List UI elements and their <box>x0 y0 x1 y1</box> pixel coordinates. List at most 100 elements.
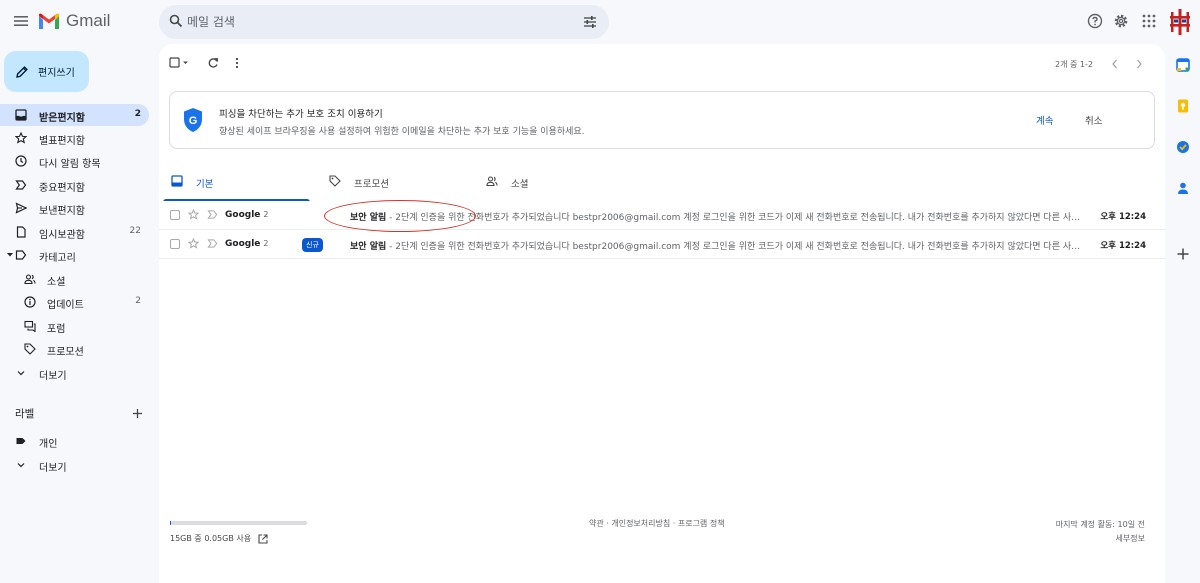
email-content: 보안 알림 - 2단계 인증을 위한 전화번호가 추가되었습니다 bestpr2… <box>350 210 1085 223</box>
pencil-icon <box>15 65 29 79</box>
add-app-plus-icon[interactable] <box>1175 246 1191 262</box>
categories-expand-icon <box>6 249 30 261</box>
tasks-app-icon[interactable] <box>1175 139 1191 155</box>
storage-usage-fill <box>170 521 172 525</box>
sidebar-item-drafts[interactable]: 임시보관함 22 <box>0 221 149 243</box>
chevron-down-icon <box>15 459 27 471</box>
label-tag-icon <box>15 435 27 447</box>
search-icon[interactable] <box>169 14 183 28</box>
mail-main-panel: 2개 중 1-2 G 피싱을 차단하는 추가 보호 조치 이용하기 향상된 세이… <box>159 44 1165 583</box>
refresh-icon[interactable] <box>207 57 219 69</box>
sidebar-item-inbox[interactable]: 받은편지함 2 <box>0 104 149 126</box>
chevron-right-icon[interactable] <box>1134 58 1144 70</box>
sidebar-item-label: 카테고리 <box>39 253 76 264</box>
top-bar: Gmail <box>0 0 1200 44</box>
sidebar-item-label: 중요편지함 <box>39 183 85 194</box>
compose-button[interactable]: 편지쓰기 <box>4 51 89 92</box>
draft-file-icon <box>15 226 27 238</box>
last-activity-text: 마지막 계정 활동: 10일 전 <box>1055 520 1145 529</box>
select-all-checkbox[interactable] <box>169 57 191 69</box>
safe-browsing-promo: G 피싱을 차단하는 추가 보호 조치 이용하기 향상된 세이프 브라우징을 사… <box>169 91 1155 149</box>
email-snippet: - 2단계 인증을 위한 전화번호가 추가되었습니다 bestpr2006@gm… <box>386 242 1085 252</box>
search-options-icon[interactable] <box>583 15 597 29</box>
important-marker-icon[interactable] <box>207 209 218 220</box>
sidebar-item-label: 더보기 <box>39 371 67 382</box>
promo-continue-button[interactable]: 계속 <box>1036 113 1053 127</box>
svg-text:G: G <box>189 115 198 127</box>
storage-usage-bar <box>170 521 307 525</box>
google-shield-icon: G <box>182 107 204 133</box>
footer-links[interactable]: 약관 · 개인정보처리방침 · 프로그램 정책 <box>589 518 725 529</box>
details-link[interactable]: 세부정보 <box>1056 532 1145 546</box>
sidebar-item-starred[interactable]: 별표편지함 <box>0 127 149 149</box>
app-name: Gmail <box>66 11 111 30</box>
main-menu-icon[interactable] <box>12 12 32 32</box>
settings-gear-icon[interactable] <box>1113 13 1129 29</box>
search-input[interactable] <box>187 12 567 32</box>
email-row[interactable]: Google 2 신규 보안 알림 - 2단계 인증을 위한 전화번호가 추가되었… <box>159 230 1165 259</box>
forum-icon <box>24 320 36 332</box>
people-icon <box>486 175 498 187</box>
row-checkbox[interactable] <box>170 210 180 220</box>
promo-title: 피싱을 차단하는 추가 보호 조치 이용하기 <box>219 109 383 120</box>
account-avatar-icon[interactable] <box>1168 9 1192 35</box>
more-vert-icon[interactable] <box>233 57 241 69</box>
sidebar-item-label: 업데이트 <box>47 300 84 311</box>
gmail-logo[interactable]: Gmail <box>38 11 110 31</box>
sidebar-item-label: 보낸편지함 <box>39 206 85 217</box>
row-checkbox[interactable] <box>170 239 180 249</box>
clock-icon <box>15 155 27 167</box>
sidebar-item-count: 2 <box>134 109 141 119</box>
open-in-new-icon[interactable] <box>258 533 268 544</box>
info-icon <box>24 296 36 308</box>
sidebar-item-categories[interactable]: 카테고리 <box>0 244 149 266</box>
sidebar-item-snoozed[interactable]: 다시 알림 항목 <box>0 150 149 172</box>
chevron-left-icon[interactable] <box>1110 58 1120 70</box>
email-subject: 보안 알림 <box>350 242 387 252</box>
add-label-plus-icon[interactable] <box>132 408 143 419</box>
sidebar-item-count: 2 <box>135 296 141 306</box>
promo-cancel-button[interactable]: 취소 <box>1085 113 1102 127</box>
search-bar[interactable] <box>159 5 609 39</box>
tab-label: 기본 <box>196 179 214 190</box>
sidebar-item-updates[interactable]: 업데이트 2 <box>0 291 149 313</box>
sidebar-labels-more[interactable]: 더보기 <box>0 454 149 476</box>
sidebar-item-label: 프로모션 <box>47 347 84 358</box>
email-sender: Google 2 <box>225 239 268 249</box>
star-icon[interactable] <box>188 238 199 249</box>
email-row[interactable]: Google 2 보안 알림 - 2단계 인증을 위한 전화번호가 추가되었습니다… <box>159 201 1165 230</box>
tab-primary[interactable]: 기본 <box>163 166 310 202</box>
sidebar-item-label: 별표편지함 <box>39 136 85 147</box>
keep-app-icon[interactable] <box>1175 98 1191 114</box>
tab-social[interactable]: 소셜 <box>478 166 625 202</box>
email-time: 오후 12:24 <box>1100 241 1146 251</box>
calendar-app-icon[interactable] <box>1175 57 1191 73</box>
sidebar-item-important[interactable]: 중요편지함 <box>0 174 149 196</box>
storage-info: 15GB 중 0.05GB 사용 <box>170 533 268 544</box>
sidebar-item-promotions[interactable]: 프로모션 <box>0 338 149 360</box>
sidebar-item-social[interactable]: 소셜 <box>0 268 149 290</box>
account-activity: 마지막 계정 활동: 10일 전 세부정보 <box>1056 518 1145 546</box>
sidebar-item-forums[interactable]: 포럼 <box>0 315 149 337</box>
google-apps-icon[interactable] <box>1141 13 1157 29</box>
tab-label: 소셜 <box>511 179 529 190</box>
sidebar-label-personal[interactable]: 개인 <box>0 430 149 452</box>
sidebar-item-label: 개인 <box>39 439 58 450</box>
sidebar-item-sent[interactable]: 보낸편지함 <box>0 197 149 219</box>
sidebar-item-label: 받은편지함 <box>39 113 85 124</box>
people-icon <box>24 273 36 285</box>
tab-promotions[interactable]: 프로모션 <box>321 166 468 202</box>
tab-label: 프로모션 <box>354 179 389 190</box>
important-marker-icon[interactable] <box>207 238 218 249</box>
gmail-m-icon <box>38 13 60 30</box>
sidebar-item-more[interactable]: 더보기 <box>0 362 149 384</box>
compose-label: 편지쓰기 <box>38 68 75 79</box>
email-subject: 보안 알림 <box>350 213 387 223</box>
help-icon[interactable] <box>1087 13 1103 29</box>
star-icon[interactable] <box>188 209 199 220</box>
labels-section-header: 라벨 <box>15 406 143 421</box>
new-badge: 신규 <box>302 238 323 252</box>
inbox-icon <box>171 175 183 187</box>
email-snippet: - 2단계 인증을 위한 전화번호가 추가되었습니다 bestpr2006@gm… <box>386 213 1085 223</box>
contacts-app-icon[interactable] <box>1175 180 1191 196</box>
